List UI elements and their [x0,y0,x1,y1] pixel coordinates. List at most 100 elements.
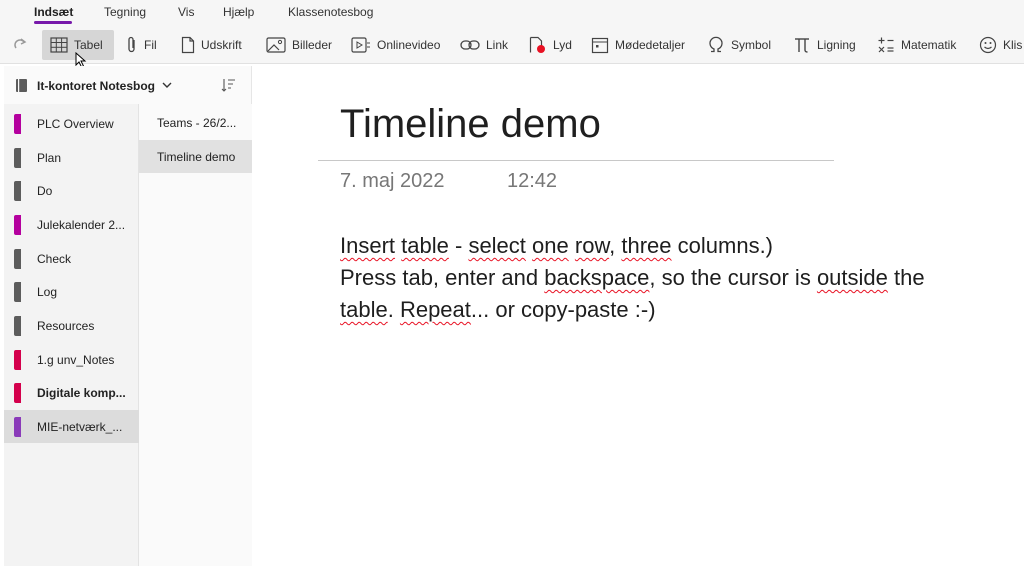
section-label: Log [37,285,58,299]
online-video-button[interactable]: Onlinevideo [351,30,440,60]
equation-button[interactable]: Ligning [793,30,856,60]
math-button[interactable]: Matematik [877,30,956,60]
tab-indsaet[interactable]: Indsæt [34,5,73,19]
tab-tegning[interactable]: Tegning [104,5,146,19]
section-item-julekalender[interactable]: Julekalender 2... [4,208,139,241]
file-label: Fil [144,38,157,52]
onenote-window: Indsæt Tegning Vis Hjælp Klassenotesbog … [0,0,1024,566]
omega-icon [709,36,723,53]
ribbon-tabs: Indsæt Tegning Vis Hjælp Klassenotesbog [0,0,1024,26]
section-item-digitale-komp[interactable]: Digitale komp... [4,376,139,409]
pictures-button[interactable]: Billeder [266,30,332,60]
notebook-icon [16,79,27,92]
section-label: PLC Overview [37,117,114,131]
video-icon [351,37,370,53]
section-label: Digitale komp... [37,386,126,400]
section-item-mie-netvaerk[interactable]: MIE-netværk_... [4,410,139,443]
section-color-tab [14,114,21,134]
misspelled-word: row [574,233,610,258]
document-icon [181,36,195,54]
misspelled-word: select [468,233,526,258]
section-item-resources[interactable]: Resources [4,309,139,342]
pi-icon [795,38,809,53]
page-date: 7. maj 2022 [340,170,445,192]
section-label: 1.g unv_Notes [37,353,115,367]
misspelled-word: Insert [340,233,396,258]
text-run: , [609,233,622,258]
equation-label: Ligning [817,38,856,52]
page-item-timeline-demo[interactable]: Timeline demo [139,140,252,173]
notebook-navigation: It-kontoret Notesbog PLC Overview Plan D… [4,66,252,566]
section-color-tab [14,181,21,201]
tab-klassenotesbog[interactable]: Klassenotesbog [288,5,373,19]
section-label: MIE-netværk_... [37,420,123,434]
symbol-label: Symbol [731,38,772,52]
section-label: Check [37,252,72,266]
notebook-header[interactable]: It-kontoret Notesbog [4,66,252,104]
text-run: Press tab, enter and [340,265,545,290]
section-label: Resources [37,319,95,333]
sticker-label: Klis [1003,38,1023,52]
text-run: . [387,297,400,322]
section-color-tab [14,148,21,168]
text-run: , so the cursor is [649,265,817,290]
tab-hjaelp[interactable]: Hjælp [223,5,254,19]
sort-icon[interactable] [221,78,236,92]
section-list: PLC Overview Plan Do Julekalender 2... C… [4,104,139,566]
text-run: - [448,233,469,258]
page-list: Teams - 26/2... Timeline demo [139,104,252,566]
misspelled-word: one [532,233,569,258]
notebook-name: It-kontoret Notesbog [37,79,155,93]
section-item-check[interactable]: Check [4,242,139,275]
section-label: Julekalender 2... [37,218,126,232]
misspelled-word: outside [816,265,888,290]
sticker-button[interactable]: Klis [979,30,1022,60]
image-icon [266,37,286,53]
page-time: 12:42 [507,170,558,192]
calendar-icon [591,37,609,54]
section-color-tab [14,249,21,269]
printout-label: Udskrift [201,38,242,52]
pictures-label: Billeder [292,38,333,52]
link-button[interactable]: Link [460,30,508,60]
section-label: Do [37,184,53,198]
note-body[interactable]: Insert table - select one row, three col… [340,230,1000,326]
section-item-1g-unv-notes[interactable]: 1.g unv_Notes [4,343,139,376]
page-item-teams[interactable]: Teams - 26/2... [139,106,252,139]
chevron-down-icon[interactable] [162,82,172,89]
text-run: ... or copy-paste :-) [470,297,656,322]
audio-record-icon [529,36,545,53]
printout-button[interactable]: Udskrift [181,30,242,60]
misspelled-word: three [621,233,672,258]
text-run: columns.) [671,233,774,258]
page-title[interactable]: Timeline demo [340,102,601,147]
file-button[interactable]: Fil [126,30,157,60]
link-icon [460,40,480,50]
section-item-plc-overview[interactable]: PLC Overview [4,107,139,140]
meeting-details-label: Mødedetaljer [615,38,686,52]
misspelled-word: Repeat [399,297,471,322]
paperclip-icon [128,36,135,53]
meeting-details-button[interactable]: Mødedetaljer [591,30,685,60]
section-item-do[interactable]: Do [4,174,139,207]
section-color-tab [14,383,21,403]
page-canvas[interactable]: Timeline demo 7. maj 2022 12:42 Insert t… [252,66,1024,566]
tab-vis[interactable]: Vis [178,5,194,19]
section-color-tab [14,417,21,437]
note-line-3: table. Repeat... or copy-paste :-) [340,294,1000,326]
page-label: Teams - 26/2... [157,116,237,130]
title-divider [318,160,834,161]
redo-icon[interactable] [12,36,30,59]
audio-button[interactable]: Lyd [529,30,572,60]
link-label: Link [486,38,509,52]
section-item-log[interactable]: Log [4,275,139,308]
section-item-plan[interactable]: Plan [4,141,139,174]
math-icon [878,37,894,53]
sticker-icon [979,36,997,54]
misspelled-word: table [340,297,388,322]
misspelled-word: table [401,233,449,258]
section-label: Plan [37,151,62,165]
audio-label: Lyd [553,38,572,52]
symbol-button[interactable]: Symbol [707,30,771,60]
table-icon [50,37,68,53]
